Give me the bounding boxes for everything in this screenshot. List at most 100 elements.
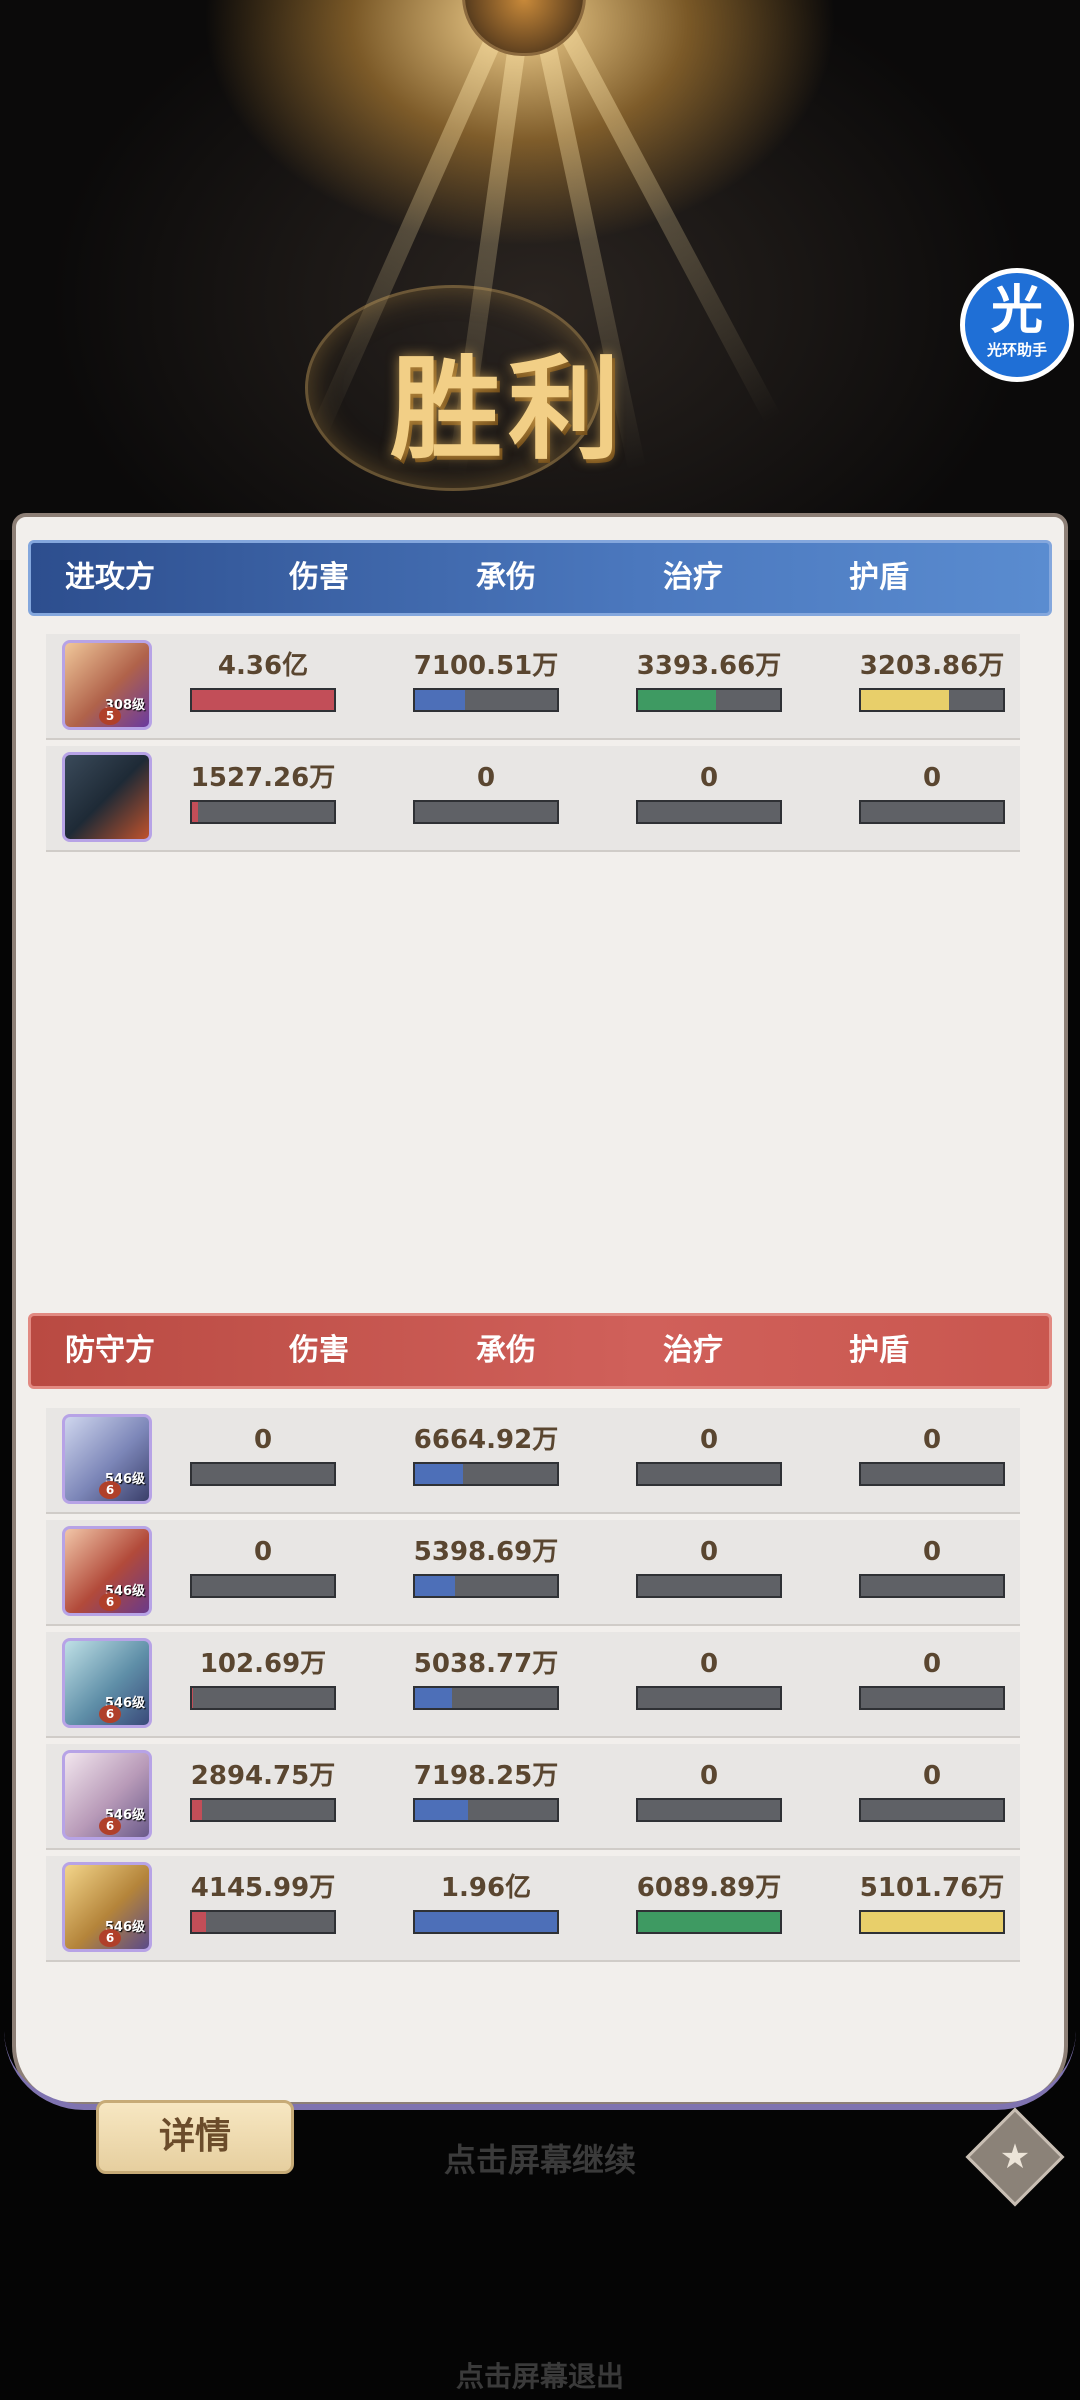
column-damage: 伤害	[289, 560, 349, 595]
shield-value: 0	[922, 763, 942, 793]
taken-value: 5038.77万	[413, 1649, 559, 1679]
shield-value: 0	[922, 1537, 942, 1567]
heal-bar-fill	[638, 690, 717, 710]
defender-row[interactable]: 546级 6 102.69万 5038.77万 0 0	[46, 1632, 1020, 1738]
taken-bar	[413, 1574, 559, 1598]
details-button[interactable]: 详情	[96, 2100, 294, 2174]
shield-bar	[859, 1910, 1005, 1934]
defender-row[interactable]: 546级 6 4145.99万 1.96亿 6089.89万 5101.76万	[46, 1856, 1020, 1962]
attacker-label: 进攻方	[65, 560, 155, 595]
damage-bar-fill	[192, 802, 198, 822]
taken-bar-fill	[415, 1688, 452, 1708]
taken-bar-fill	[415, 690, 465, 710]
damage-bar-fill	[192, 1912, 207, 1932]
taken-bar	[413, 1462, 559, 1486]
damage-bar	[190, 800, 336, 824]
column-shield: 护盾	[849, 560, 909, 595]
damage-bar-fill	[192, 690, 334, 710]
damage-bar	[190, 1910, 336, 1934]
heal-bar	[636, 1910, 782, 1934]
hero-star-badge: 6	[99, 1817, 121, 1835]
damage-value: 4145.99万	[190, 1873, 336, 1903]
heal-bar-fill	[638, 1912, 780, 1932]
damage-bar-fill	[192, 1800, 202, 1820]
defender-header: 防守方 伤害 承伤 治疗 护盾	[28, 1313, 1052, 1389]
damage-value: 2894.75万	[190, 1761, 336, 1791]
heal-value: 0	[699, 763, 719, 793]
taken-bar-fill	[415, 1800, 468, 1820]
damage-bar	[190, 1462, 336, 1486]
defender-row[interactable]: 546级 6 0 6664.92万 0 0	[46, 1408, 1020, 1514]
helper-icon: 光	[990, 281, 1043, 341]
heal-value: 3393.66万	[636, 651, 782, 681]
taken-bar	[413, 688, 559, 712]
heal-bar	[636, 688, 782, 712]
shield-bar	[859, 688, 1005, 712]
tap-to-continue[interactable]: 点击屏幕继续	[390, 2135, 690, 2181]
column-taken: 承伤	[476, 560, 536, 595]
damage-bar	[190, 1798, 336, 1822]
hero-avatar[interactable]: 546级 6	[62, 1638, 152, 1728]
shield-value: 0	[922, 1761, 942, 1791]
hero-star-badge: 6	[99, 1929, 121, 1947]
hero-avatar[interactable]: 546级 6	[62, 1414, 152, 1504]
taken-bar-fill	[415, 1576, 455, 1596]
taken-value: 7100.51万	[413, 651, 559, 681]
damage-value: 102.69万	[199, 1649, 327, 1679]
hero-avatar[interactable]: 546级 6	[62, 1862, 152, 1952]
heal-value: 0	[699, 1425, 719, 1455]
damage-bar-fill	[192, 1688, 194, 1708]
shield-bar	[859, 1798, 1005, 1822]
heal-bar	[636, 1798, 782, 1822]
taken-bar	[413, 1910, 559, 1934]
shield-value: 5101.76万	[859, 1873, 1005, 1903]
helper-label: 光环助手	[986, 341, 1047, 359]
shield-value: 0	[922, 1425, 942, 1455]
shield-value: 0	[922, 1649, 942, 1679]
taken-value: 6664.92万	[413, 1425, 559, 1455]
attacker-row[interactable]: 308级 5 4.36亿 7100.51万 3393.66万 3203.86万	[46, 634, 1020, 740]
damage-value: 1527.26万	[190, 763, 336, 793]
column-heal: 治疗	[663, 1333, 723, 1368]
defender-row[interactable]: 546级 6 0 5398.69万 0 0	[46, 1520, 1020, 1626]
damage-value: 4.36亿	[217, 651, 309, 681]
taken-bar	[413, 1686, 559, 1710]
shield-bar-fill	[861, 690, 950, 710]
star-icon: ★	[999, 2137, 1031, 2177]
defender-label: 防守方	[65, 1333, 155, 1368]
heal-value: 0	[699, 1649, 719, 1679]
heal-bar	[636, 800, 782, 824]
column-damage: 伤害	[289, 1333, 349, 1368]
hero-avatar[interactable]: 546级 6	[62, 1750, 152, 1840]
attacker-row[interactable]: 1527.26万 0 0 0	[46, 746, 1020, 852]
damage-value: 0	[253, 1537, 273, 1567]
heal-bar	[636, 1574, 782, 1598]
hero-avatar[interactable]: 308级 5	[62, 640, 152, 730]
taken-bar	[413, 800, 559, 824]
damage-bar	[190, 1574, 336, 1598]
star-button[interactable]: ★	[965, 2107, 1065, 2207]
taken-bar-fill	[415, 1912, 557, 1932]
helper-button[interactable]: 光 光环助手	[960, 268, 1074, 382]
heal-value: 0	[699, 1537, 719, 1567]
pet-avatar[interactable]	[62, 752, 152, 842]
taken-value: 1.96亿	[440, 1873, 532, 1903]
defender-row[interactable]: 546级 6 2894.75万 7198.25万 0 0	[46, 1744, 1020, 1850]
column-taken: 承伤	[476, 1333, 536, 1368]
damage-bar	[190, 688, 336, 712]
taken-value: 0	[476, 763, 496, 793]
hero-avatar[interactable]: 546级 6	[62, 1526, 152, 1616]
column-shield: 护盾	[849, 1333, 909, 1368]
shield-bar-fill	[861, 1912, 1003, 1932]
heal-bar	[636, 1686, 782, 1710]
damage-value: 0	[253, 1425, 273, 1455]
hero-star-badge: 6	[99, 1481, 121, 1499]
damage-bar	[190, 1686, 336, 1710]
victory-background	[0, 0, 1080, 560]
taken-value: 7198.25万	[413, 1761, 559, 1791]
shield-bar	[859, 1686, 1005, 1710]
hero-star-badge: 6	[99, 1705, 121, 1723]
heal-bar	[636, 1462, 782, 1486]
tap-to-exit[interactable]: 点击屏幕退出	[390, 2355, 690, 2395]
column-heal: 治疗	[663, 560, 723, 595]
